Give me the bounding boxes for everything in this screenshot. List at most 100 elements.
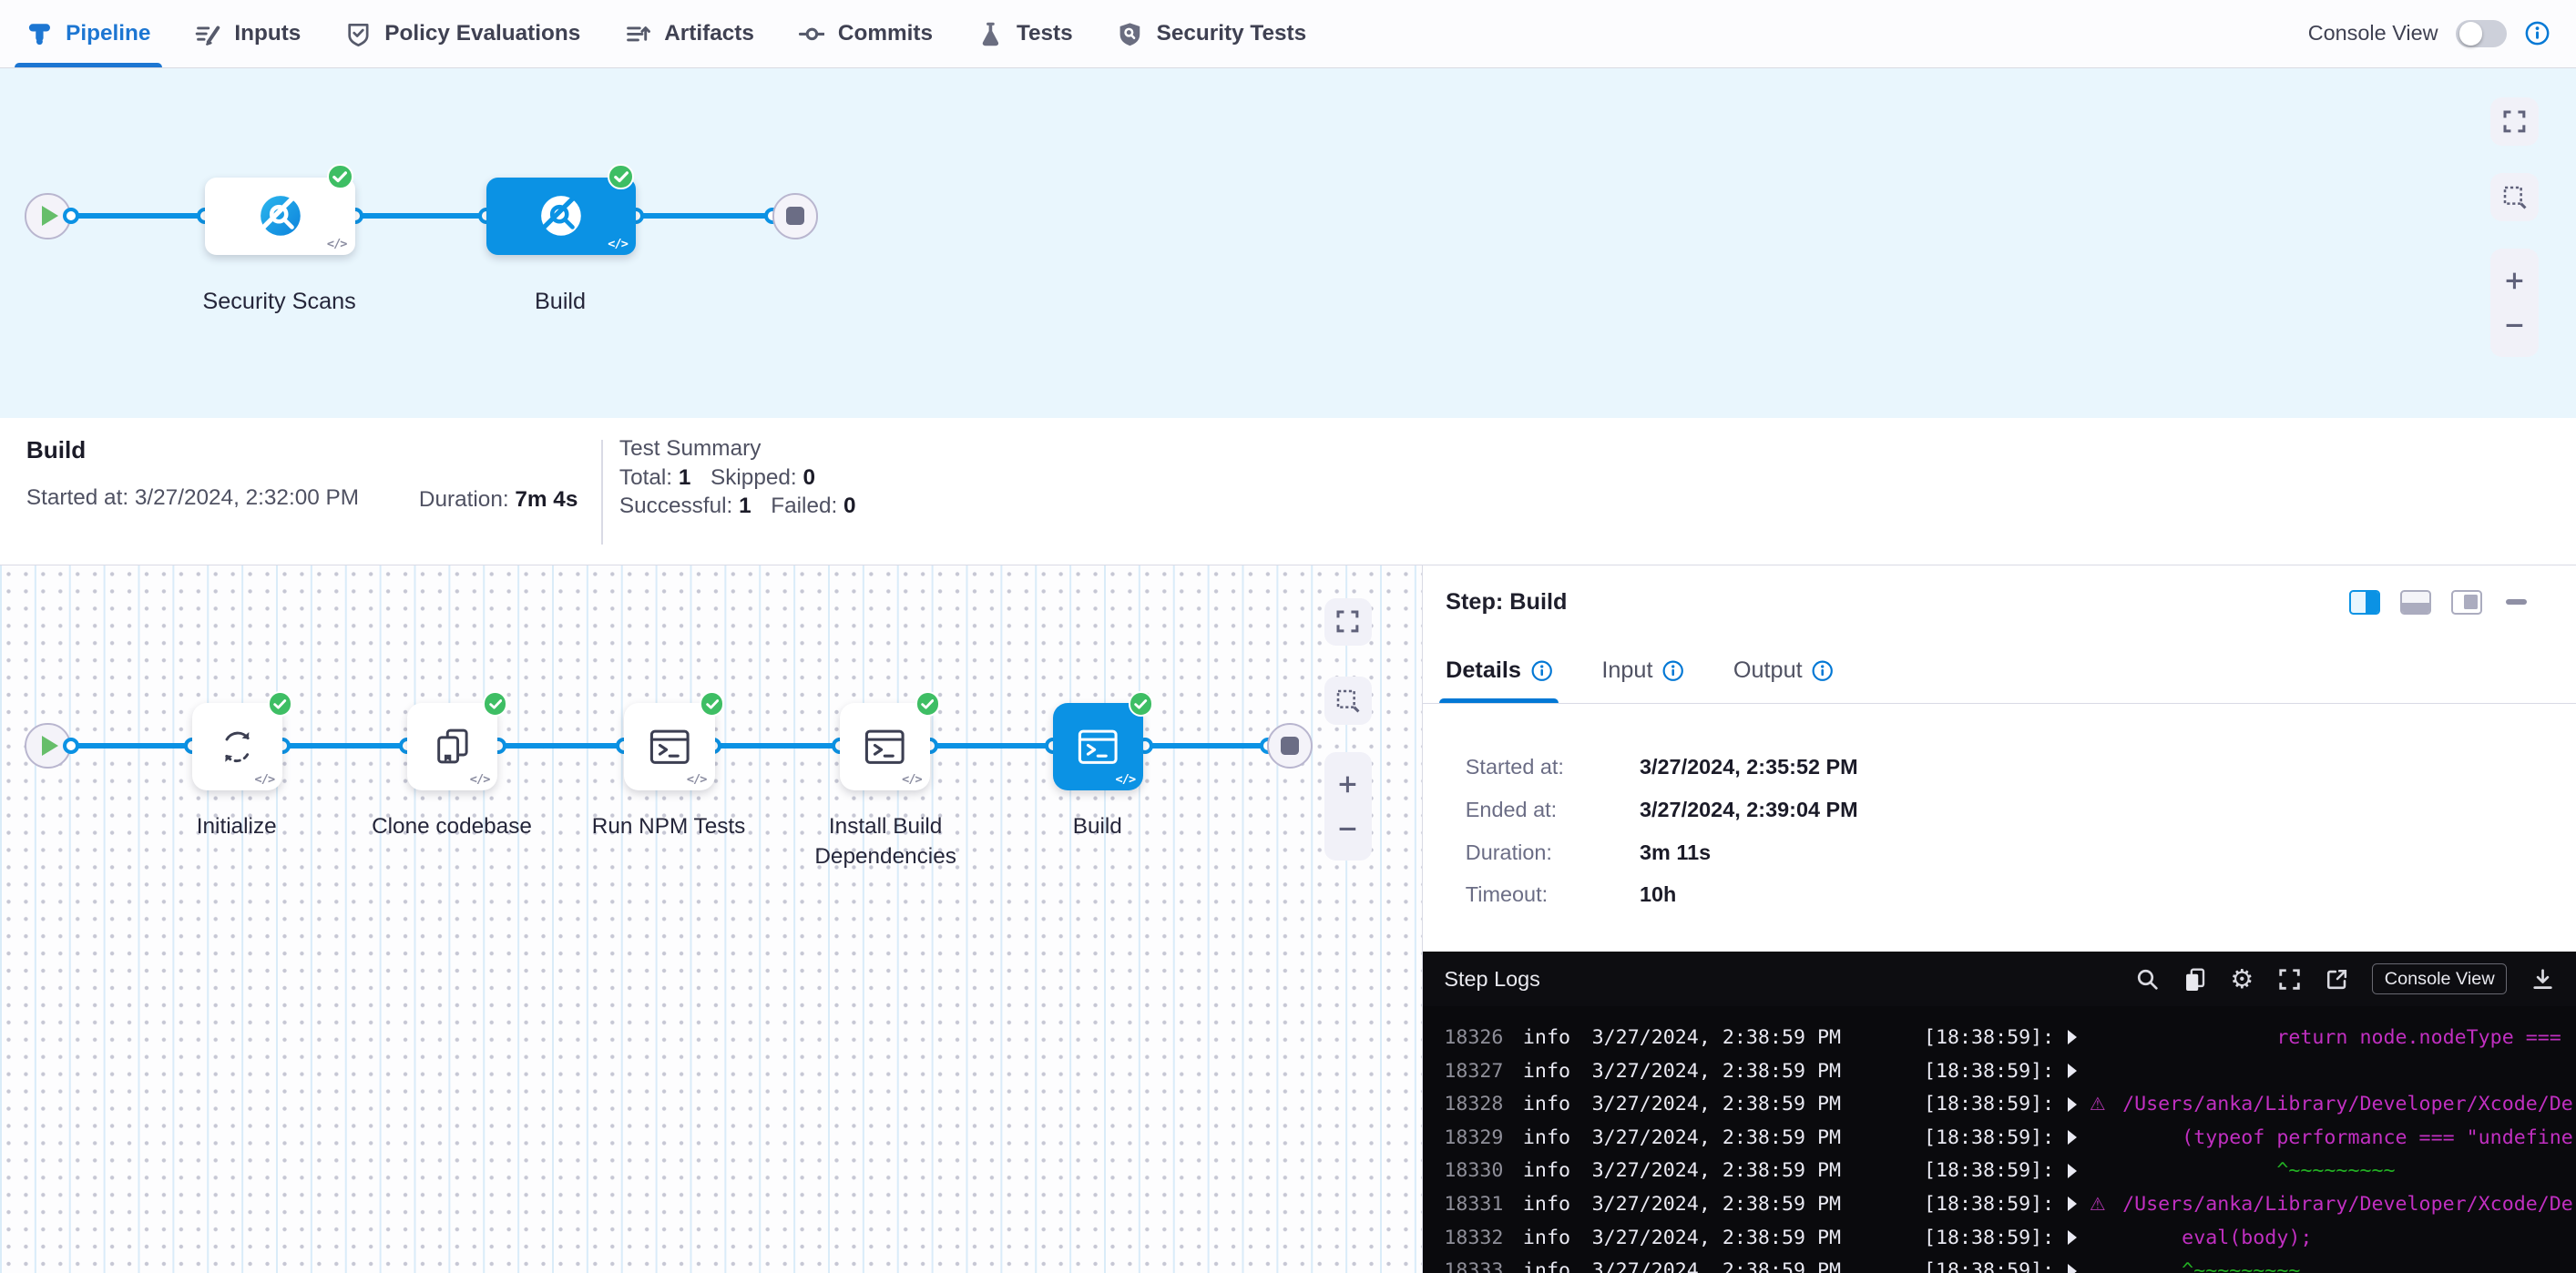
- policy-evaluations-icon: [345, 21, 372, 47]
- toggle-knob: [2459, 22, 2482, 45]
- expand-caret-icon[interactable]: [2068, 1264, 2077, 1273]
- tab-commits[interactable]: Commits: [799, 0, 933, 67]
- expand-caret-icon[interactable]: [2068, 1197, 2077, 1211]
- expand-caret-icon[interactable]: [2068, 1230, 2077, 1245]
- tab-label: Commits: [838, 21, 933, 46]
- inputs-icon: [195, 21, 221, 47]
- fullscreen-icon[interactable]: [2277, 967, 2302, 992]
- minus-icon: [2501, 312, 2528, 339]
- detail-row: Ended at: 3/27/2024, 2:39:04 PM: [1466, 798, 2553, 822]
- minimize-panel-icon[interactable]: [2506, 599, 2527, 604]
- step-label-build: Build: [983, 811, 1213, 841]
- stage-end-node[interactable]: [1267, 723, 1314, 769]
- test-summary-title: Test Summary: [619, 434, 875, 463]
- canvas-select-button[interactable]: [1324, 677, 1372, 724]
- pipeline-icon: [26, 21, 53, 47]
- tab-tests[interactable]: Tests: [977, 0, 1073, 67]
- minus-icon: [1334, 816, 1361, 842]
- info-icon[interactable]: [1531, 660, 1552, 681]
- step-node-initialize[interactable]: </>: [192, 703, 282, 790]
- tab-policy-evaluations[interactable]: Policy Evaluations: [345, 0, 580, 67]
- log-line: 18330info3/27/2024, 2:38:59 PM[18:38:59]…: [1423, 1155, 2576, 1188]
- top-nav: Pipeline Inputs Policy Evaluations Artif…: [0, 0, 2576, 68]
- expand-caret-icon[interactable]: [2068, 1097, 2077, 1112]
- zoom-out-button[interactable]: [1334, 816, 1361, 842]
- copy-icon[interactable]: [2182, 967, 2207, 992]
- tab-label: Pipeline: [66, 21, 150, 46]
- expand-caret-icon[interactable]: [2068, 1030, 2077, 1044]
- stage-node-security-scans[interactable]: </>: [205, 178, 354, 255]
- log-line: 18332info3/27/2024, 2:38:59 PM[18:38:59]…: [1423, 1221, 2576, 1255]
- plus-icon: [2501, 268, 2528, 294]
- layout-bottom-panel-icon[interactable]: [2400, 590, 2431, 615]
- fullscreen-icon: [1334, 608, 1361, 635]
- divider: [601, 440, 603, 545]
- canvas-zoom-controls: [1324, 752, 1372, 861]
- security-tests-icon: [1117, 21, 1143, 47]
- edge: [69, 213, 206, 219]
- fullscreen-icon: [2501, 108, 2528, 135]
- edge-connector-dot: [63, 738, 79, 754]
- console-view-button[interactable]: Console View: [2372, 963, 2507, 994]
- expand-caret-icon[interactable]: [2068, 1130, 2077, 1145]
- step-logs-title: Step Logs: [1444, 967, 1540, 992]
- code-glyph: </>: [327, 237, 347, 251]
- tab-output[interactable]: Output: [1733, 639, 1834, 703]
- search-icon[interactable]: [2135, 967, 2160, 992]
- log-line: 18331info3/27/2024, 2:38:59 PM[18:38:59]…: [1423, 1187, 2576, 1221]
- terminal-icon: [1075, 724, 1121, 770]
- commits-icon: [799, 21, 825, 47]
- tab-inputs[interactable]: Inputs: [195, 0, 301, 67]
- step-node-install-build-dependencies[interactable]: </>: [840, 703, 930, 790]
- tab-pipeline[interactable]: Pipeline: [26, 0, 151, 67]
- zoom-in-button[interactable]: [1334, 771, 1361, 798]
- stage-summary: Build Started at: 3/27/2024, 2:32:00 PM …: [0, 418, 2576, 565]
- settings-icon[interactable]: ⚙: [2230, 966, 2254, 993]
- download-icon[interactable]: [2530, 967, 2555, 992]
- stage-graph-canvas[interactable]: </> </> Security Scans Build: [0, 68, 2576, 418]
- info-icon[interactable]: [1662, 660, 1683, 681]
- info-icon[interactable]: [1812, 660, 1833, 681]
- marquee-select-icon: [1334, 687, 1361, 714]
- log-output[interactable]: 18326info3/27/2024, 2:38:59 PM[18:38:59]…: [1423, 1006, 2576, 1273]
- step-label-clone-codebase: Clone codebase: [337, 811, 567, 841]
- edge: [713, 743, 840, 749]
- stop-icon: [1281, 737, 1299, 755]
- open-in-new-icon[interactable]: [2325, 967, 2349, 992]
- test-summary-row1: Total: 1Skipped: 0: [619, 463, 875, 493]
- test-summary: Test Summary Total: 1Skipped: 0 Successf…: [619, 433, 875, 564]
- tab-input[interactable]: Input: [1601, 639, 1683, 703]
- tab-details[interactable]: Details: [1446, 639, 1552, 703]
- edge: [930, 743, 1053, 749]
- zoom-in-button[interactable]: [2501, 268, 2528, 294]
- terminal-icon: [647, 724, 693, 770]
- canvas-fullscreen-button[interactable]: [1324, 598, 1372, 646]
- tab-artifacts[interactable]: Artifacts: [625, 0, 754, 67]
- step-node-build[interactable]: </>: [1053, 703, 1143, 790]
- canvas-fullscreen-button[interactable]: [2490, 97, 2538, 145]
- expand-caret-icon[interactable]: [2068, 1064, 2077, 1078]
- sync-icon: [215, 725, 260, 769]
- nav-right: Console View: [2308, 20, 2550, 48]
- plus-icon: [1334, 771, 1361, 798]
- layout-right-panel-icon[interactable]: [2349, 590, 2380, 615]
- step-graph-canvas[interactable]: </> </> </>: [0, 565, 1423, 1273]
- warning-icon: ⚠: [2090, 1196, 2111, 1214]
- zoom-out-button[interactable]: [2501, 312, 2528, 339]
- stage-node-build[interactable]: </>: [486, 178, 636, 255]
- step-label-install-build-dependencies: Install Build Dependencies: [793, 811, 977, 872]
- step-node-clone-codebase[interactable]: </>: [407, 703, 497, 790]
- console-view-toggle[interactable]: [2456, 20, 2507, 48]
- step-panel-title: Step: Build: [1446, 589, 1567, 616]
- expand-caret-icon[interactable]: [2068, 1164, 2077, 1178]
- pipeline-end-node[interactable]: [772, 193, 819, 239]
- canvas-zoom-controls: [2490, 249, 2538, 357]
- tab-security-tests[interactable]: Security Tests: [1117, 0, 1306, 67]
- canvas-select-button[interactable]: [2490, 173, 2538, 220]
- layout-floating-panel-icon[interactable]: [2451, 590, 2482, 615]
- success-badge-icon: [915, 691, 940, 716]
- detail-row: Started at: 3/27/2024, 2:35:52 PM: [1466, 755, 2553, 779]
- log-line: 18329info3/27/2024, 2:38:59 PM[18:38:59]…: [1423, 1121, 2576, 1155]
- info-icon[interactable]: [2525, 21, 2550, 46]
- step-node-run-npm-tests[interactable]: </>: [624, 703, 714, 790]
